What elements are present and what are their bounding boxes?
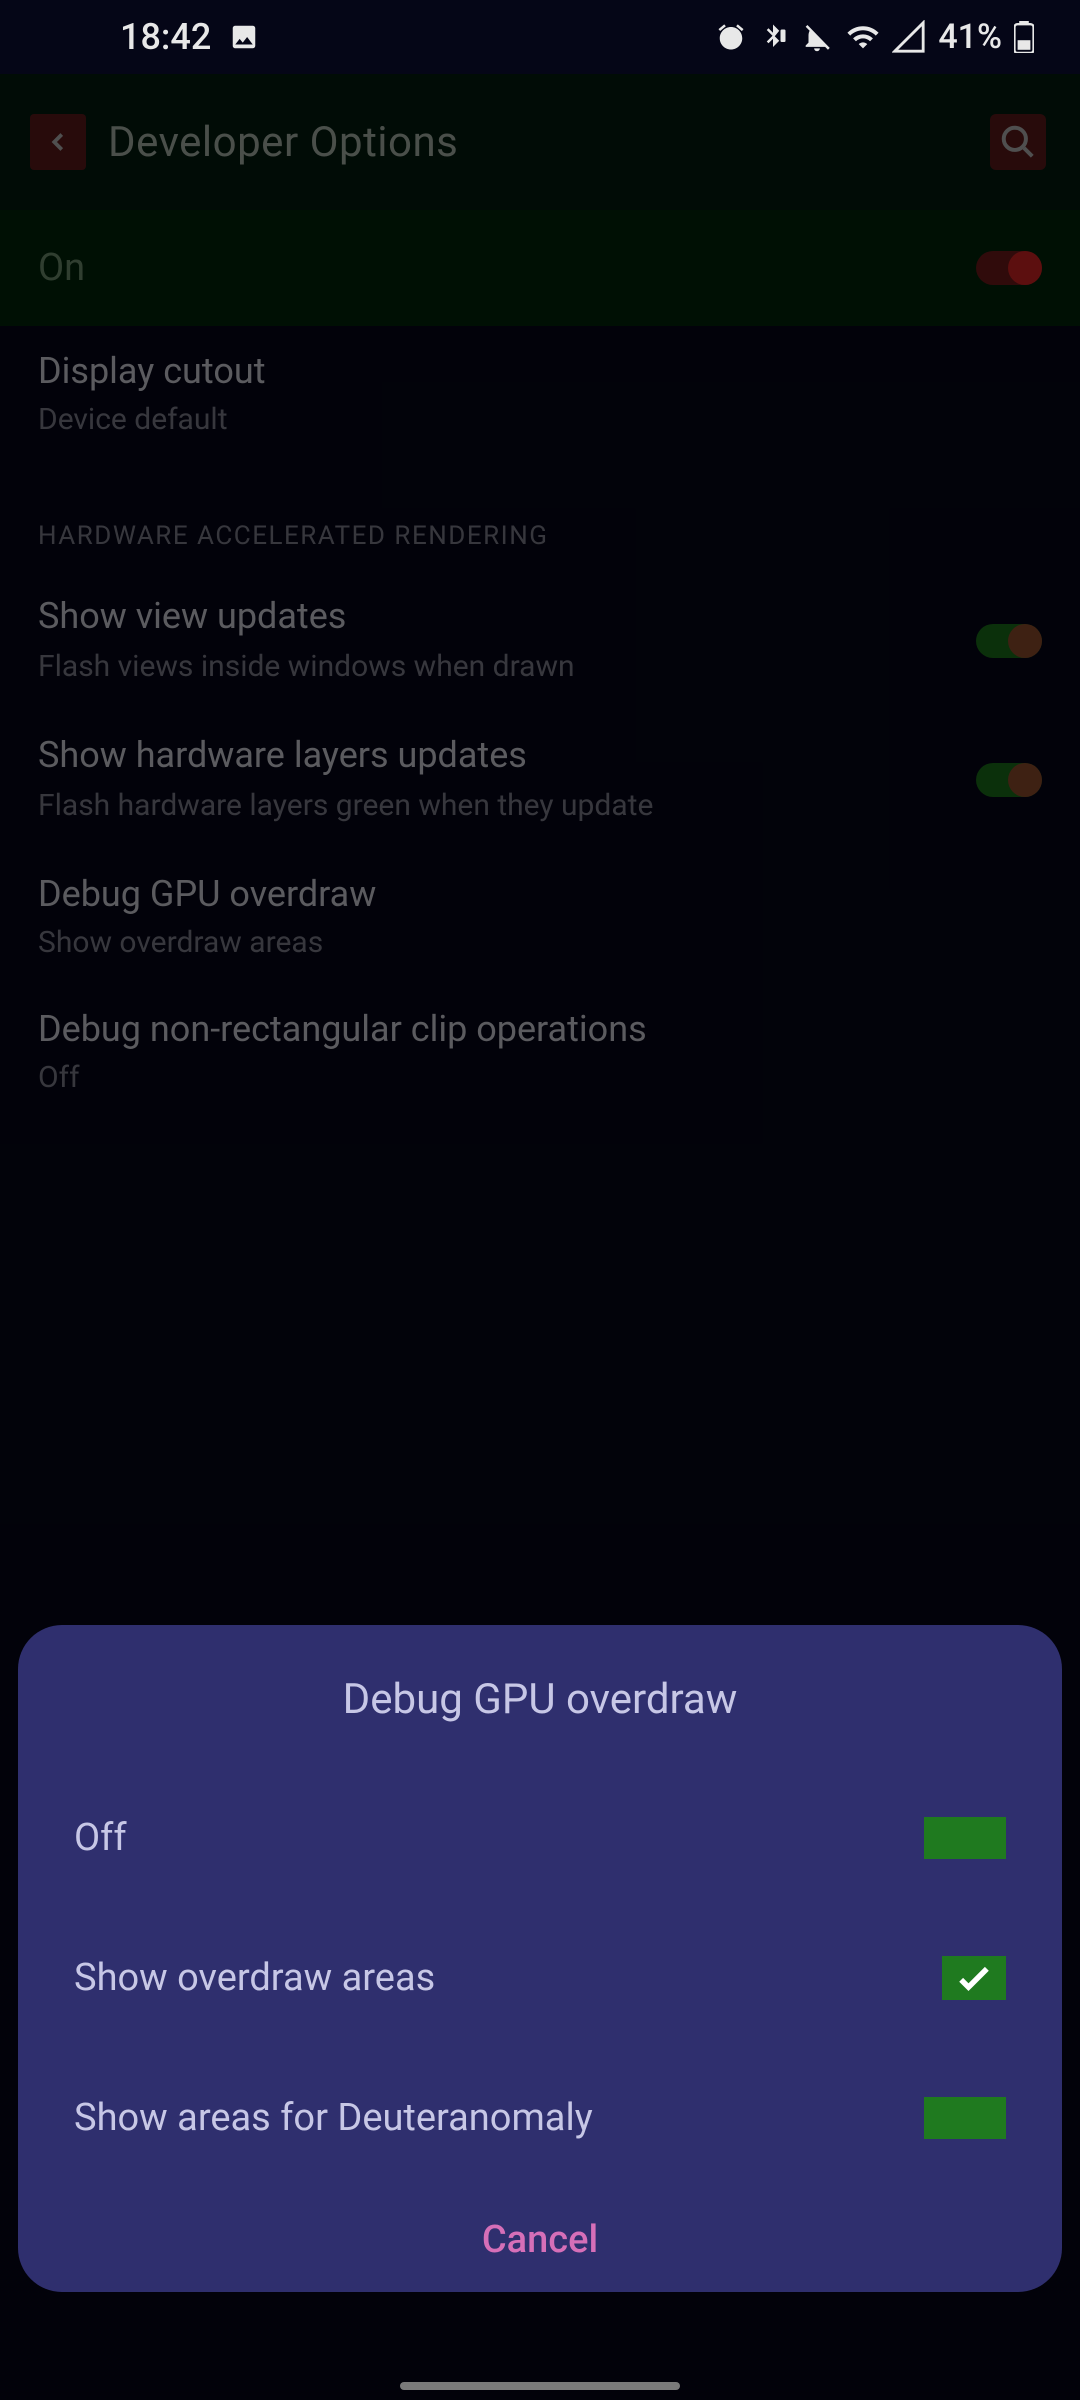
option-checkbox [924,1817,1006,1859]
option-label: Show overdraw areas [74,1956,435,2000]
option-checkbox-checked [942,1956,1006,2000]
dialog-option-off[interactable]: Off [18,1768,1062,1908]
option-checkbox [924,2097,1006,2139]
dialog-title: Debug GPU overdraw [18,1675,1062,1724]
dialog-option-show-overdraw[interactable]: Show overdraw areas [18,1908,1062,2048]
cancel-button[interactable]: Cancel [482,2218,598,2262]
check-icon [952,1956,996,2000]
nav-handle[interactable] [400,2382,680,2390]
dialog-scrim[interactable]: Debug GPU overdraw Off Show overdraw are… [0,0,1080,2400]
dialog-option-deuteranomaly[interactable]: Show areas for Deuteranomaly [18,2048,1062,2188]
debug-gpu-overdraw-dialog: Debug GPU overdraw Off Show overdraw are… [18,1625,1062,2292]
option-label: Show areas for Deuteranomaly [74,2096,593,2140]
option-label: Off [74,1816,127,1860]
